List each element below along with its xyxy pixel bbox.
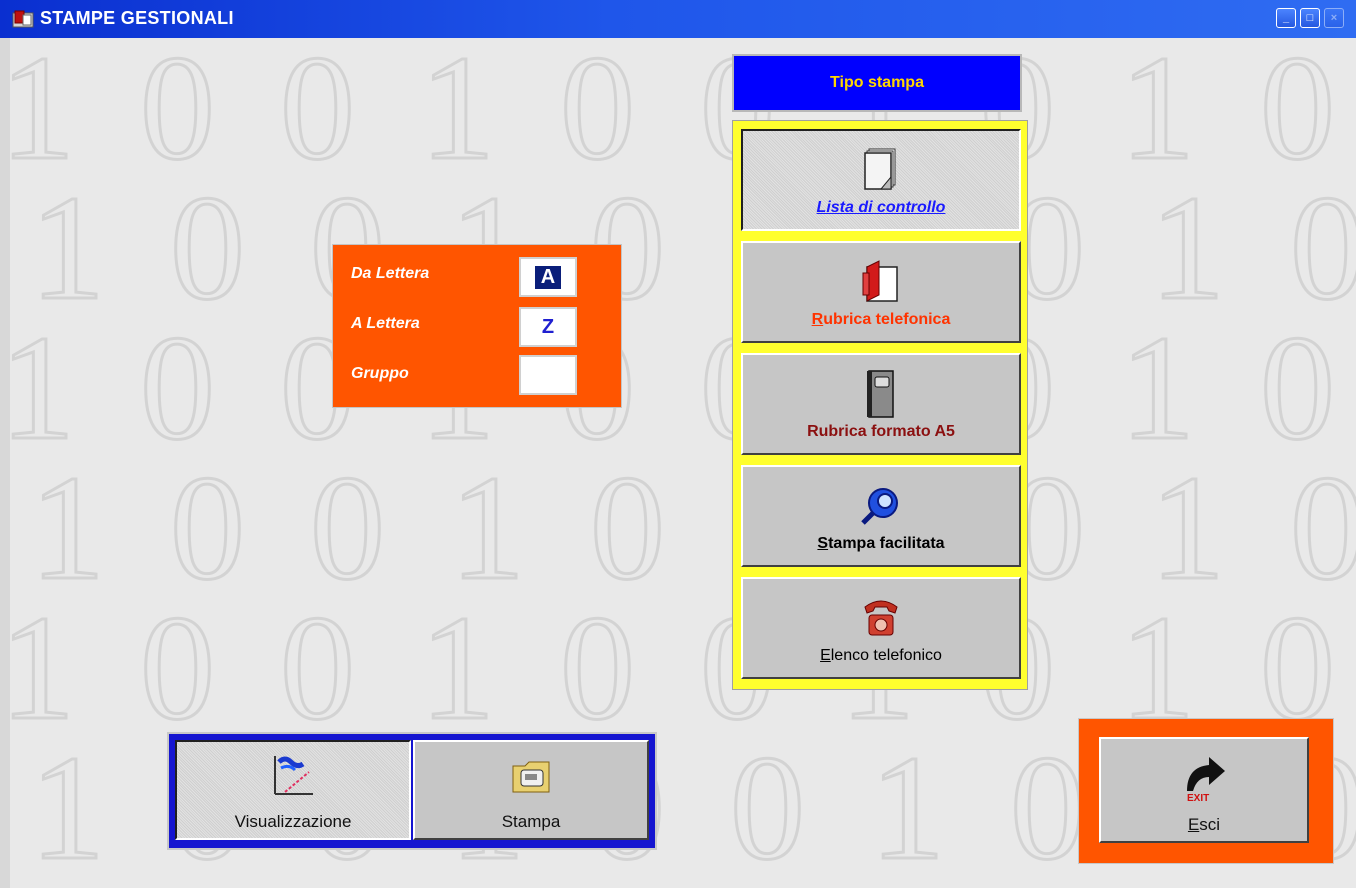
a-lettera-value: Z xyxy=(541,315,555,338)
magnifier-globe-icon xyxy=(861,488,898,525)
option-label-text: tampa facilitata xyxy=(828,535,945,552)
option-label: Rubrica formato A5 xyxy=(743,423,1019,441)
a-lettera-label: A Lettera xyxy=(351,315,420,332)
option-label-accel: S xyxy=(817,535,829,552)
form-client-area: 1001001010100100101010010010101001001010… xyxy=(10,38,1356,888)
exit-panel: EXIT Esci xyxy=(1078,718,1334,864)
gruppo-field[interactable] xyxy=(519,355,577,395)
close-button: × xyxy=(1324,8,1344,28)
option-label-text: lenco telefonico xyxy=(830,647,942,664)
option-stampa-facilitata[interactable]: Stampa facilitata xyxy=(741,465,1021,567)
option-label: Elenco telefonico xyxy=(743,647,1019,665)
document-icon xyxy=(864,148,896,190)
esci-button[interactable]: EXIT Esci xyxy=(1099,737,1309,843)
tipo-stampa-panel: Lista di controllo Rubrica telefonica Ru… xyxy=(732,120,1028,690)
option-rubrica-telefonica[interactable]: Rubrica telefonica xyxy=(741,241,1021,343)
window-title: STAMPE GESTIONALI xyxy=(40,8,234,28)
da-lettera-field[interactable]: A xyxy=(519,257,577,297)
option-label-accel: E xyxy=(820,647,831,664)
exit-arrow-icon: EXIT xyxy=(1187,757,1225,803)
background-digit: 0 xyxy=(1010,725,1085,888)
visualizzazione-button[interactable]: Visualizzazione xyxy=(175,740,411,840)
option-label: Rubrica telefonica xyxy=(743,311,1019,329)
printer-folder-icon xyxy=(512,761,550,793)
background-digit: 0 xyxy=(730,725,805,888)
title-bar[interactable]: STAMPE GESTIONALI _ □ × xyxy=(0,0,1356,38)
telephone-icon xyxy=(864,600,898,636)
tipo-stampa-header: Tipo stampa xyxy=(732,54,1022,112)
visualizzazione-label: Visualizzazione xyxy=(234,812,352,831)
exit-icon-text: EXIT xyxy=(1187,793,1209,803)
tipo-stampa-title: Tipo stampa xyxy=(830,74,924,91)
background-digit: 1 xyxy=(30,725,105,888)
da-lettera-label: Da Lettera xyxy=(351,265,430,282)
esci-label: Esci xyxy=(1101,815,1307,835)
address-book-icon xyxy=(862,260,898,302)
option-label-text: ubrica telefonica xyxy=(823,311,951,328)
a-lettera-field[interactable]: Z xyxy=(519,307,577,347)
preview-chart-icon xyxy=(274,756,313,795)
letter-filter-panel: Da Lettera A A Lettera Z Gruppo xyxy=(332,244,622,408)
esci-label-text: sci xyxy=(1199,815,1221,834)
window-left-edge xyxy=(0,38,10,888)
minimize-button[interactable]: _ xyxy=(1276,8,1296,28)
stampa-button[interactable]: Stampa xyxy=(413,740,649,840)
maximize-button[interactable]: □ xyxy=(1300,8,1320,28)
option-label-text: Rubrica formato A5 xyxy=(807,423,955,440)
option-label: Lista di controllo xyxy=(743,199,1019,217)
option-rubrica-formato-a5[interactable]: Rubrica formato A5 xyxy=(741,353,1021,455)
gruppo-label: Gruppo xyxy=(351,365,409,382)
app-icon xyxy=(12,10,34,28)
notebook-icon xyxy=(867,370,894,418)
option-lista-di-controllo[interactable]: Lista di controllo xyxy=(741,129,1021,231)
main-window: STAMPE GESTIONALI _ □ × 1001001010100100… xyxy=(0,0,1356,888)
option-label-text: Lista di controllo xyxy=(816,199,946,216)
option-label: Stampa facilitata xyxy=(743,535,1019,553)
option-label-accel: R xyxy=(811,311,824,328)
stampa-label: Stampa xyxy=(501,812,561,831)
option-elenco-telefonico[interactable]: Elenco telefonico xyxy=(741,577,1021,679)
background-digit: 1 xyxy=(870,725,945,888)
esci-label-accel: E xyxy=(1187,815,1200,834)
output-mode-panel: Visualizzazione Stampa xyxy=(167,732,657,850)
da-lettera-value: A xyxy=(534,265,562,289)
